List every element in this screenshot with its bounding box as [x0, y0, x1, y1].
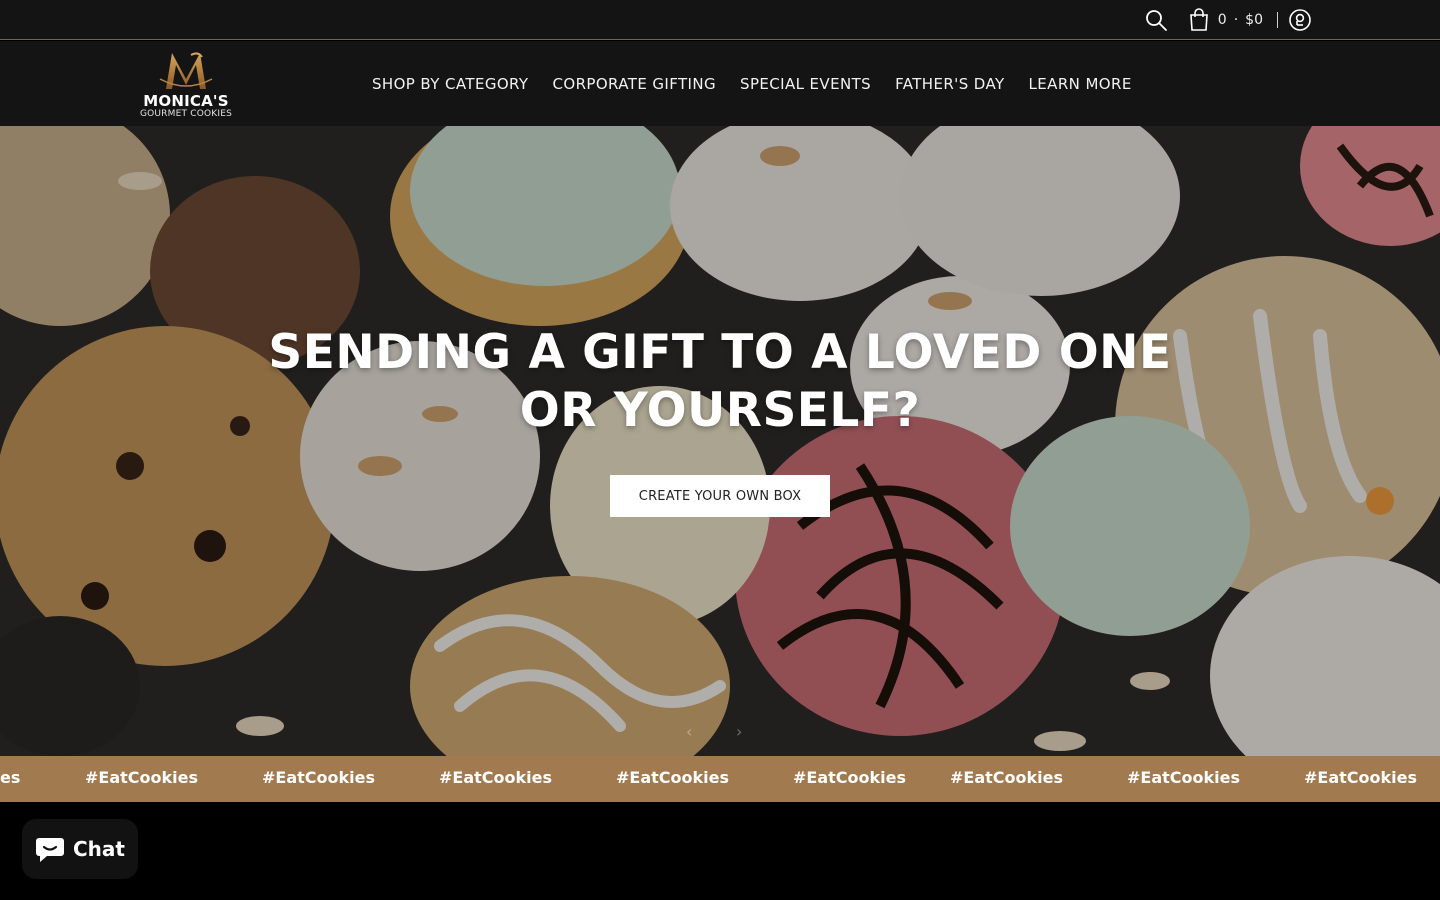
marquee-item: #EatCookies: [1304, 768, 1418, 787]
hashtag-marquee: es #EatCookies #EatCookies #EatCookies #…: [0, 756, 1440, 802]
create-your-own-box-button[interactable]: CREATE YOUR OWN BOX: [610, 475, 830, 517]
search-icon[interactable]: [1144, 8, 1168, 32]
marquee-item: #EatCookies: [439, 768, 553, 787]
chat-button[interactable]: Chat: [22, 819, 138, 879]
cart-total: $0: [1245, 12, 1263, 28]
account-icon[interactable]: [1288, 8, 1312, 32]
nav-item-fathers-day[interactable]: FATHER'S DAY: [895, 75, 1004, 93]
cart-count: 0: [1217, 12, 1227, 28]
utility-bar: 0 · $0: [0, 0, 1440, 40]
marquee-item: #EatCookies: [950, 768, 1064, 787]
cart-icon: [1188, 8, 1210, 32]
nav-item-shop-by-category[interactable]: SHOP BY CATEGORY: [372, 75, 529, 93]
marquee-item: #EatCookies: [1127, 768, 1241, 787]
chevron-right-icon[interactable]: ›: [736, 722, 752, 742]
cart-separator: ·: [1233, 12, 1239, 28]
nav-item-special-events[interactable]: SPECIAL EVENTS: [740, 75, 871, 93]
monogram-icon: [159, 52, 213, 89]
hero-heading-line-1: SENDING A GIFT TO A LOVED ONE: [268, 325, 1172, 380]
logo-tagline: GOURMET COOKIES: [139, 109, 233, 119]
site-logo[interactable]: MONICA'S GOURMET COOKIES: [130, 49, 242, 119]
chevron-left-icon[interactable]: ‹: [686, 722, 702, 742]
cart-link[interactable]: 0 · $0: [1188, 8, 1263, 32]
nav-item-corporate-gifting[interactable]: CORPORATE GIFTING: [553, 75, 717, 93]
hero-heading-line-2: OR YOURSELF?: [519, 383, 921, 438]
marquee-item: #EatCookies: [85, 768, 199, 787]
chat-bubble-icon: [35, 835, 65, 863]
hero-slideshow: SENDING A GIFT TO A LOVED ONE OR YOURSEL…: [0, 126, 1440, 756]
marquee-item: #EatCookies: [793, 768, 907, 787]
chat-label: Chat: [73, 837, 125, 861]
slideshow-controls: ‹ ›: [686, 722, 756, 742]
logo-name: MONICA'S: [143, 92, 229, 110]
utility-divider: [1277, 12, 1278, 28]
utility-actions: 0 · $0: [1144, 0, 1312, 40]
page-content-area: [0, 802, 1440, 900]
hero-heading: SENDING A GIFT TO A LOVED ONE OR YOURSEL…: [220, 324, 1220, 440]
hero-overlay: [0, 126, 1440, 756]
marquee-item: es: [0, 768, 21, 787]
marquee-item: #EatCookies: [262, 768, 376, 787]
main-nav: SHOP BY CATEGORY CORPORATE GIFTING SPECI…: [372, 41, 1156, 126]
marquee-item: #EatCookies: [616, 768, 730, 787]
nav-item-learn-more[interactable]: LEARN MORE: [1029, 75, 1132, 93]
main-header: MONICA'S GOURMET COOKIES SHOP BY CATEGOR…: [0, 41, 1440, 126]
